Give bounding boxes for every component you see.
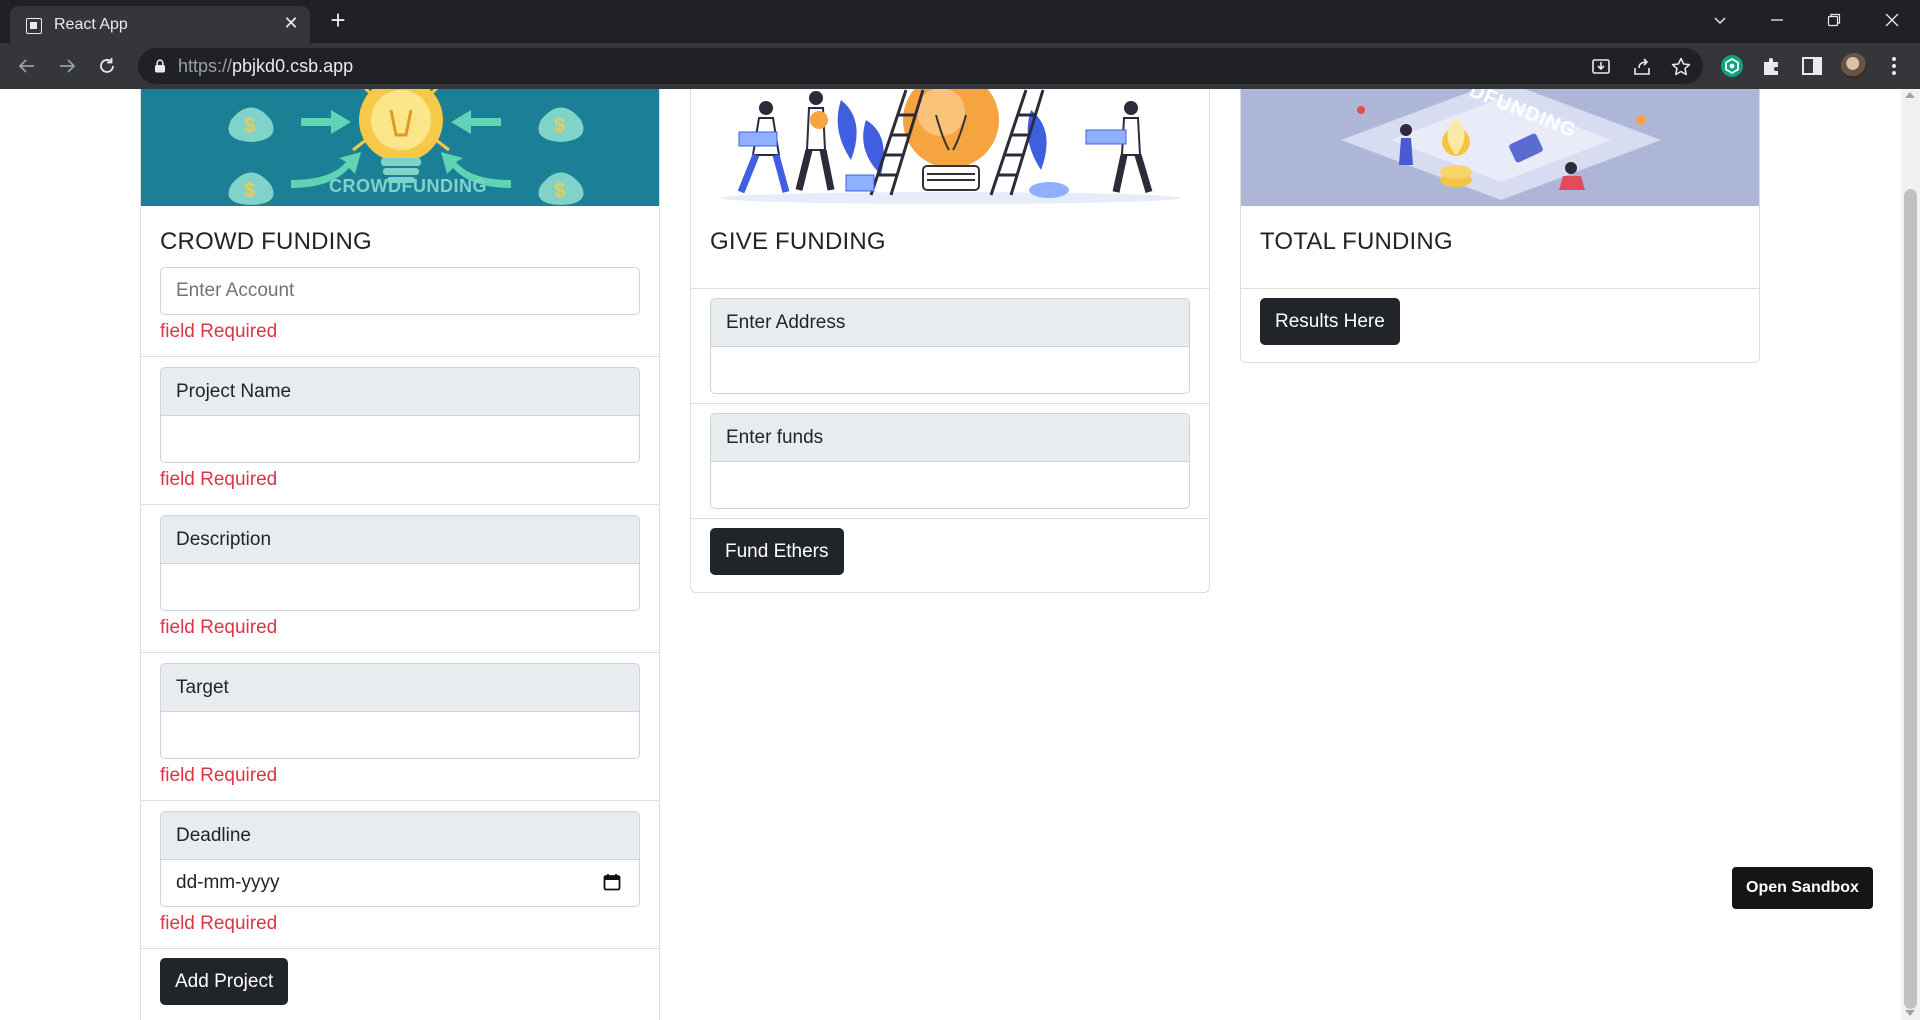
description-error-text: field Required	[160, 617, 278, 638]
give-funding-title: GIVE FUNDING	[710, 228, 886, 255]
page-scrollbar[interactable]	[1901, 89, 1920, 1020]
total-funding-image: DFUNDING	[1241, 89, 1759, 206]
page-viewport: $ $ $ $ CROWDFUNDING CROWD FUNDING Enter…	[0, 89, 1920, 1020]
account-input[interactable]: Enter Account	[160, 267, 640, 315]
address-bar[interactable]: https://pbjkd0.csb.app	[138, 48, 1703, 84]
funds-label: Enter funds	[710, 413, 1190, 461]
restore-icon[interactable]	[1819, 5, 1849, 35]
back-arrow-icon[interactable]	[13, 52, 41, 80]
add-project-footer: Add Project	[141, 948, 659, 1014]
give-funding-card: GIVE FUNDING Enter Address Enter funds F…	[690, 89, 1210, 593]
project-name-input[interactable]	[160, 415, 640, 463]
browser-toolbar: https://pbjkd0.csb.app	[0, 43, 1920, 89]
svg-text:$: $	[244, 115, 255, 137]
react-app-favicon-icon	[26, 18, 42, 34]
svg-text:$: $	[244, 180, 255, 202]
browser-tab[interactable]: React App ✕	[10, 6, 310, 43]
tab-title: React App	[54, 16, 128, 33]
address-label: Enter Address	[710, 298, 1190, 346]
give-funding-image	[691, 89, 1209, 206]
bookmark-star-icon[interactable]	[1670, 56, 1692, 78]
fund-ethers-button[interactable]: Fund Ethers	[710, 528, 844, 575]
crowdfunding-image-caption: CROWDFUNDING	[329, 176, 487, 196]
tab-close-icon[interactable]: ✕	[280, 12, 302, 34]
forward-arrow-icon[interactable]	[53, 52, 81, 80]
window-close-icon[interactable]	[1877, 5, 1907, 35]
deadline-error-text: field Required	[160, 913, 278, 934]
side-panel-icon[interactable]	[1800, 54, 1824, 78]
tab-search-chevron-icon[interactable]	[1705, 5, 1735, 35]
more-menu-icon[interactable]	[1882, 54, 1906, 78]
scroll-down-arrow-icon[interactable]	[1905, 1010, 1915, 1016]
funds-group: Enter funds	[691, 403, 1209, 518]
url-text[interactable]: https://pbjkd0.csb.app	[178, 56, 353, 77]
deadline-date-input[interactable]: dd-mm-yyyy	[160, 859, 640, 907]
calendar-icon[interactable]	[603, 873, 621, 891]
address-input[interactable]	[710, 346, 1190, 394]
svg-text:$: $	[554, 115, 565, 137]
crowd-funding-card: $ $ $ $ CROWDFUNDING CROWD FUNDING Enter…	[140, 89, 660, 1020]
results-here-button[interactable]: Results Here	[1260, 298, 1400, 345]
scroll-up-arrow-icon[interactable]	[1905, 92, 1915, 98]
crowdfunding-image: $ $ $ $ CROWDFUNDING	[141, 89, 659, 206]
description-group: Description field Required	[141, 504, 659, 652]
results-footer: Results Here	[1241, 288, 1759, 354]
funds-input[interactable]	[710, 461, 1190, 509]
lock-icon[interactable]	[154, 59, 166, 73]
project-name-group: Project Name field Required	[141, 356, 659, 504]
crowd-funding-title: CROWD FUNDING	[160, 228, 372, 255]
browser-titlebar: React App ✕ +	[0, 0, 1920, 43]
profile-avatar[interactable]	[1841, 53, 1867, 79]
deadline-label: Deadline	[160, 811, 640, 859]
chatgpt-extension-icon[interactable]	[1720, 54, 1744, 78]
extensions-puzzle-icon[interactable]	[1760, 54, 1784, 78]
target-input[interactable]	[160, 711, 640, 759]
fund-ethers-footer: Fund Ethers	[691, 518, 1209, 584]
description-input[interactable]	[160, 563, 640, 611]
scrollbar-thumb[interactable]	[1904, 189, 1917, 1009]
target-group: Target field Required	[141, 652, 659, 800]
reload-icon[interactable]	[93, 52, 121, 80]
deadline-group: Deadline dd-mm-yyyy field Required	[141, 800, 659, 948]
new-tab-icon[interactable]: +	[324, 6, 352, 34]
account-input-placeholder: Enter Account	[176, 280, 295, 301]
target-error-text: field Required	[160, 765, 278, 786]
total-funding-title: TOTAL FUNDING	[1260, 228, 1453, 255]
deadline-date-value: dd-mm-yyyy	[176, 872, 280, 893]
install-app-icon[interactable]	[1590, 56, 1612, 78]
target-label: Target	[160, 663, 640, 711]
minimize-icon[interactable]	[1762, 5, 1792, 35]
open-sandbox-button[interactable]: Open Sandbox	[1732, 867, 1873, 909]
account-error-text: field Required	[160, 321, 278, 342]
description-label: Description	[160, 515, 640, 563]
svg-text:$: $	[554, 180, 565, 202]
share-icon[interactable]	[1631, 56, 1653, 78]
project-name-error-text: field Required	[160, 469, 278, 490]
address-group: Enter Address	[691, 288, 1209, 403]
add-project-button[interactable]: Add Project	[160, 958, 289, 1005]
total-funding-card: DFUNDING TOTAL FUNDING Results Here	[1240, 89, 1760, 363]
project-name-label: Project Name	[160, 367, 640, 415]
